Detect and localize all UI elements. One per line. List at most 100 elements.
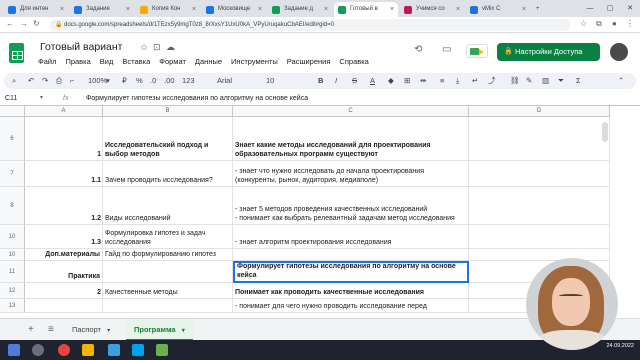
cell-d[interactable] xyxy=(469,161,610,187)
cell-c[interactable]: - знает что нужно исследовать до начала … xyxy=(233,161,469,187)
star-doc-icon[interactable]: ☆ xyxy=(140,42,148,53)
cell-c[interactable]: - знает 5 методов проведения качественны… xyxy=(233,187,469,225)
row-header[interactable]: 6 xyxy=(0,117,25,161)
row-header[interactable]: 8 xyxy=(0,187,25,225)
align-left-icon[interactable]: ≡ xyxy=(440,73,444,89)
sheet-tab-passport[interactable]: Паспорт ▾ xyxy=(64,319,118,341)
text-color-button[interactable]: A xyxy=(370,73,375,89)
cell-b[interactable]: Гайд по формулированию гипотез xyxy=(103,249,233,261)
collapse-toolbar-icon[interactable]: ⌃ xyxy=(618,73,624,89)
browser-tab[interactable]: vMix С × xyxy=(466,2,530,17)
cell-b[interactable] xyxy=(103,261,233,283)
zoom-select[interactable]: 100% xyxy=(88,73,107,89)
cell-c[interactable] xyxy=(233,249,469,261)
taskbar-clock[interactable]: 24.09.2022 xyxy=(606,342,634,350)
name-box[interactable]: C11 xyxy=(5,91,17,106)
cell-b[interactable] xyxy=(103,299,233,313)
menu-item[interactable]: Вставка xyxy=(122,57,150,66)
paint-format-icon[interactable]: ⌐ xyxy=(70,73,74,89)
row-header[interactable]: 10 xyxy=(0,225,25,249)
decrease-decimals-button[interactable]: .0 xyxy=(150,73,156,89)
cell-d[interactable] xyxy=(469,249,610,261)
move-folder-icon[interactable]: ⊡ xyxy=(153,42,161,53)
row-header[interactable]: 11 xyxy=(0,261,25,283)
rotate-text-icon[interactable]: ⤴ xyxy=(488,73,496,89)
select-all-corner[interactable] xyxy=(0,106,25,117)
close-tab-icon[interactable]: × xyxy=(60,2,64,17)
menu-item[interactable]: Вид xyxy=(100,57,114,66)
cell-a[interactable]: 2 xyxy=(25,283,103,299)
new-tab-button[interactable]: + xyxy=(532,2,548,17)
cell-c[interactable]: - знает алгоритм проектирования исследов… xyxy=(233,225,469,249)
cell-c[interactable]: Понимает как проводить качественные иссл… xyxy=(233,283,469,299)
app-taskbar-icon[interactable] xyxy=(108,344,120,356)
link-icon[interactable]: ⛓ xyxy=(510,73,520,89)
percent-button[interactable]: % xyxy=(136,73,143,89)
increase-decimals-button[interactable]: .00 xyxy=(164,73,174,89)
browser-tab[interactable]: Московище × xyxy=(202,2,266,17)
print-icon[interactable]: ⎙ xyxy=(56,73,62,89)
row-header[interactable]: 10 xyxy=(0,249,25,261)
cell-c[interactable]: Знает какие методы исследований для прое… xyxy=(233,117,469,161)
cell-b[interactable]: Качественные методы xyxy=(103,283,233,299)
number-format-button[interactable]: 123 xyxy=(182,73,195,89)
close-tab-icon[interactable]: × xyxy=(126,2,130,17)
wrap-text-icon[interactable]: ↵ xyxy=(472,73,478,89)
app2-taskbar-icon[interactable] xyxy=(156,344,168,356)
browser-tab[interactable]: Копия Кон × xyxy=(136,2,200,17)
filter-icon[interactable]: ⏷ xyxy=(558,73,564,89)
cell-b[interactable]: Виды исследований xyxy=(103,187,233,225)
windows-start-icon[interactable] xyxy=(8,344,20,356)
close-tab-icon[interactable]: × xyxy=(192,2,196,17)
menu-item[interactable]: Расширения xyxy=(287,57,331,66)
strikethrough-button[interactable]: S xyxy=(352,73,357,89)
add-sheet-button[interactable]: + xyxy=(28,319,34,341)
cell-a[interactable]: 1.2 xyxy=(25,187,103,225)
undo-icon[interactable]: ↶ xyxy=(28,73,34,89)
column-header-b[interactable]: B xyxy=(103,106,233,117)
row-header[interactable]: 12 xyxy=(0,283,25,299)
browser-tab[interactable]: Задание × xyxy=(70,2,134,17)
italic-button[interactable]: I xyxy=(335,73,337,89)
close-tab-icon[interactable]: × xyxy=(258,2,262,17)
cell-d[interactable] xyxy=(469,225,610,249)
cell-a[interactable]: Практика xyxy=(25,261,103,283)
font-size-select[interactable]: 10 xyxy=(266,73,274,89)
comments-icon[interactable]: ▭ xyxy=(442,44,451,55)
chart-icon[interactable]: ▥ xyxy=(542,73,549,89)
browser-tab[interactable]: Задание д × xyxy=(268,2,332,17)
cell-d[interactable] xyxy=(469,187,610,225)
chrome-taskbar-icon[interactable] xyxy=(58,344,70,356)
cloud-status-icon[interactable]: ☁ xyxy=(166,42,175,53)
browser-tab[interactable]: Для интен × xyxy=(4,2,68,17)
extensions-icon[interactable]: ⧉ xyxy=(596,19,602,29)
font-select[interactable]: Arial xyxy=(217,73,232,89)
vertical-align-icon[interactable]: ⤓ xyxy=(456,73,459,89)
column-header-d[interactable]: D xyxy=(469,106,610,117)
comment-icon[interactable]: ✎ xyxy=(526,73,532,89)
star-icon[interactable]: ☆ xyxy=(580,19,587,28)
menu-item[interactable]: Файл xyxy=(38,57,56,66)
cell-a[interactable] xyxy=(25,299,103,313)
formula-input[interactable]: Формулирует гипотезы исследования по алг… xyxy=(86,91,308,106)
document-title[interactable]: Готовый вариант xyxy=(40,41,122,53)
skype-taskbar-icon[interactable] xyxy=(132,344,144,356)
row-header[interactable]: 7 xyxy=(0,161,25,187)
bold-button[interactable]: B xyxy=(318,73,323,89)
redo-icon[interactable]: ↷ xyxy=(42,73,48,89)
meet-icon[interactable] xyxy=(466,44,488,58)
menu-item[interactable]: Правка xyxy=(65,57,90,66)
browser-tab[interactable]: Готовый в × xyxy=(334,2,398,17)
close-tab-icon[interactable]: × xyxy=(522,2,526,17)
maximize-icon[interactable]: ▢ xyxy=(600,0,620,17)
avatar[interactable] xyxy=(610,43,628,61)
close-window-icon[interactable]: ✕ xyxy=(620,0,640,17)
cell-a[interactable]: Доп.материалы xyxy=(25,249,103,261)
merge-cells-icon[interactable]: ⇹ xyxy=(420,73,426,89)
url-field[interactable]: 🔒 docs.google.com/spreadsheets/d/1TEzx5y… xyxy=(50,19,570,31)
share-button[interactable]: 🔒 Настройки Доступа xyxy=(497,43,600,61)
close-tab-icon[interactable]: × xyxy=(456,2,460,17)
spreadsheet-grid[interactable]: A B C D 6 1 Исследовательский подход и выб… xyxy=(0,106,610,318)
all-sheets-button[interactable]: ≡ xyxy=(48,319,54,341)
reload-icon[interactable]: ↻ xyxy=(33,19,40,28)
